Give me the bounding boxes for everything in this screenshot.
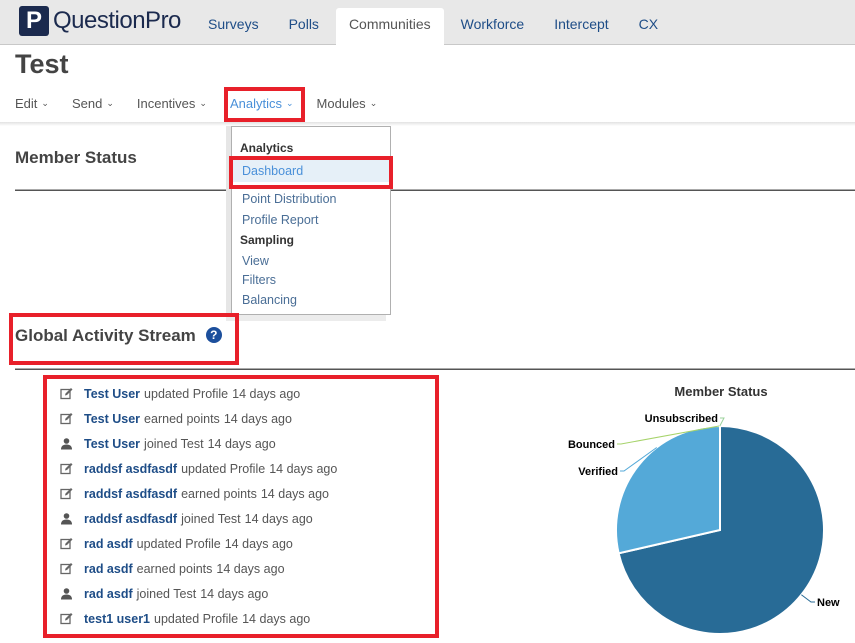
menu-edit[interactable]: Edit ⌄ xyxy=(15,96,49,111)
dropdown-item-point-distribution[interactable]: Point Distribution xyxy=(242,192,337,206)
pie-connector-unsubscribed xyxy=(719,417,725,427)
member-status-pie-chart: Member Status New Verified Bounced Unsubscr… xyxy=(568,384,840,635)
pie-slice-verified[interactable] xyxy=(615,424,721,555)
menu-incentives-label: Incentives xyxy=(136,96,196,111)
dropdown-group-sampling: Sampling xyxy=(240,233,295,247)
menu-incentives[interactable]: Incentives ⌄ xyxy=(137,96,207,111)
chevron-down-icon: ⌄ xyxy=(369,98,378,108)
dropdown-group-analytics: Analytics xyxy=(240,141,294,155)
highlight-analytics-menu xyxy=(224,87,305,122)
member-status-divider xyxy=(15,189,855,191)
chevron-down-icon: ⌄ xyxy=(106,98,114,108)
page-title: Test xyxy=(15,49,69,79)
dropdown-item-filters[interactable]: Filters xyxy=(242,273,276,287)
pie-label-bounced: Bounced xyxy=(568,439,615,451)
pie-label-verified: Verified xyxy=(578,466,618,478)
activity-stream-divider xyxy=(15,368,855,370)
community-menu-bar: Edit ⌄ Send ⌄ Incentives ⌄ Analytics ⌄ Modul… xyxy=(15,96,400,111)
top-bar: P QuestionPro Surveys Polls Communities … xyxy=(0,0,855,46)
member-status-heading: Member Status xyxy=(15,148,137,167)
tab-polls[interactable]: Polls xyxy=(276,8,332,45)
analytics-dropdown: Analytics Dashboard Point Distribution P… xyxy=(231,126,391,315)
dropdown-item-balancing[interactable]: Balancing xyxy=(242,293,297,307)
pie-connector-new xyxy=(801,594,815,603)
tab-workforce[interactable]: Workforce xyxy=(448,8,538,45)
highlight-activity-list xyxy=(43,375,439,638)
pie-label-unsubscribed: Unsubscribed xyxy=(645,413,718,425)
logo-text: QuestionPro xyxy=(53,7,181,34)
menu-send-label: Send xyxy=(71,96,103,111)
chart-title: Member Status xyxy=(674,384,767,399)
chevron-down-icon: ⌄ xyxy=(199,98,207,108)
tab-cx[interactable]: CX xyxy=(626,8,671,45)
highlight-activity-heading xyxy=(9,313,239,365)
highlight-dashboard-item xyxy=(229,156,393,189)
menu-modules-label: Modules xyxy=(316,96,366,111)
tab-surveys[interactable]: Surveys xyxy=(195,8,272,45)
menu-bar-shadow xyxy=(0,122,855,126)
dropdown-item-profile-report[interactable]: Profile Report xyxy=(242,213,318,227)
logo-mark-icon: P xyxy=(19,6,49,36)
dropdown-item-view[interactable]: View xyxy=(242,254,269,268)
chevron-down-icon: ⌄ xyxy=(41,98,49,108)
menu-send[interactable]: Send ⌄ xyxy=(72,96,114,111)
menu-modules[interactable]: Modules ⌄ xyxy=(317,96,378,111)
questionpro-logo[interactable]: P QuestionPro xyxy=(19,6,181,36)
tab-intercept[interactable]: Intercept xyxy=(541,8,621,45)
product-nav: Surveys Polls Communities Workforce Inte… xyxy=(195,8,675,46)
pie-label-new: New xyxy=(817,597,840,609)
tab-communities[interactable]: Communities xyxy=(335,8,444,46)
menu-edit-label: Edit xyxy=(15,96,38,111)
dropdown-shadow xyxy=(226,315,386,321)
